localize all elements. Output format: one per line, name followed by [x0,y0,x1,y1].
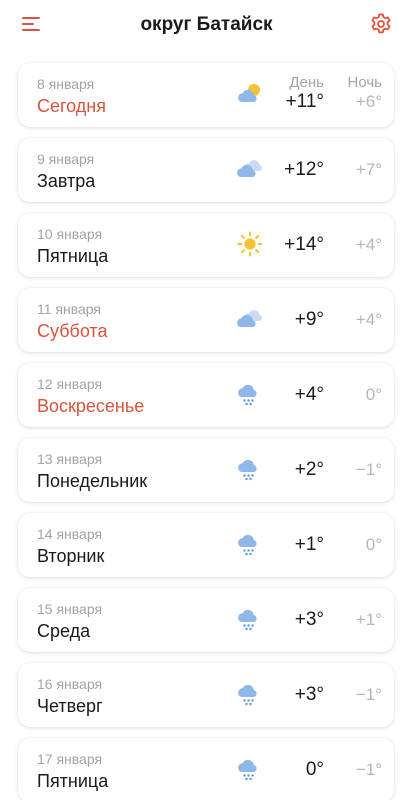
day-temperature: +1° [294,534,324,555]
forecast-day-card[interactable]: 13 января Понедельник +2° −1° [18,438,394,502]
forecast-day-card[interactable]: 10 января Пятница +14° +4° [18,213,394,277]
forecast-day-card[interactable]: 11 января Суббота +9° +4° [18,288,394,352]
day-name: Понедельник [37,471,148,491]
day-temperature: +9° [294,309,324,330]
day-temperature: +3° [294,684,324,705]
day-temperature: +11° [285,91,324,112]
day-name: Суббота [37,321,108,341]
cloudy-icon [236,156,264,182]
day-name: Воскресенье [37,396,145,416]
day-name: Пятница [37,246,109,266]
page-title: округ Батайск [140,14,273,35]
day-temperature: +2° [294,459,324,480]
day-date: 17 января [37,751,103,767]
gear-icon[interactable] [369,12,393,36]
night-temperature: +1° [355,610,382,629]
day-temperature: +14° [284,234,324,255]
night-column-header: Ночь [347,74,382,91]
day-temperature: 0° [305,759,324,780]
day-date: 8 января [37,76,95,92]
night-temperature: +6° [355,92,382,111]
night-temperature: +7° [355,160,382,179]
forecast-day-card[interactable]: 17 января Пятница 0° −1° [18,738,394,800]
day-date: 12 января [37,376,103,392]
cloud-rain-icon [236,456,264,482]
day-column-header: День [289,74,324,91]
day-name: Среда [37,621,91,641]
night-temperature: +4° [355,235,382,254]
day-name: Пятница [37,771,109,791]
day-temperature: +12° [284,159,324,180]
cloud-rain-icon [236,756,264,782]
cloud-rain-icon [236,681,264,707]
day-date: 11 января [37,301,102,317]
day-date: 9 января [37,151,95,167]
cloud-rain-icon [236,381,264,407]
partly-cloudy-sun-icon [236,81,264,107]
day-name: Завтра [37,171,96,191]
cloudy-icon [236,306,264,332]
forecast-day-card[interactable]: 9 января Завтра +12° +7° [18,138,394,202]
day-temperature: +4° [294,384,324,405]
night-temperature: −1° [355,685,382,704]
day-name: Сегодня [37,96,106,116]
night-temperature: +4° [355,310,382,329]
cloud-rain-icon [236,606,264,632]
day-name: Четверг [37,696,103,716]
forecast-day-card[interactable]: 8 января Сегодня День Ночь +11° +6° [18,63,394,127]
day-date: 14 января [37,526,103,542]
day-date: 16 января [37,676,103,692]
night-temperature: 0° [365,385,382,404]
forecast-day-card[interactable]: 16 января Четверг +3° −1° [18,663,394,727]
night-temperature: 0° [365,535,382,554]
day-date: 15 января [37,601,103,617]
night-temperature: −1° [355,760,382,779]
day-name: Вторник [37,546,105,566]
forecast-day-card[interactable]: 14 января Вторник +1° 0° [18,513,394,577]
day-date: 10 января [37,226,103,242]
sun-icon [236,231,264,257]
day-date: 13 января [37,451,103,467]
app-header: округ Батайск [0,0,413,56]
day-temperature: +3° [294,609,324,630]
forecast-day-card[interactable]: 15 января Среда +3° +1° [18,588,394,652]
night-temperature: −1° [355,460,382,479]
cloud-rain-icon [236,531,264,557]
forecast-day-card[interactable]: 12 января Воскресенье +4° 0° [18,363,394,427]
